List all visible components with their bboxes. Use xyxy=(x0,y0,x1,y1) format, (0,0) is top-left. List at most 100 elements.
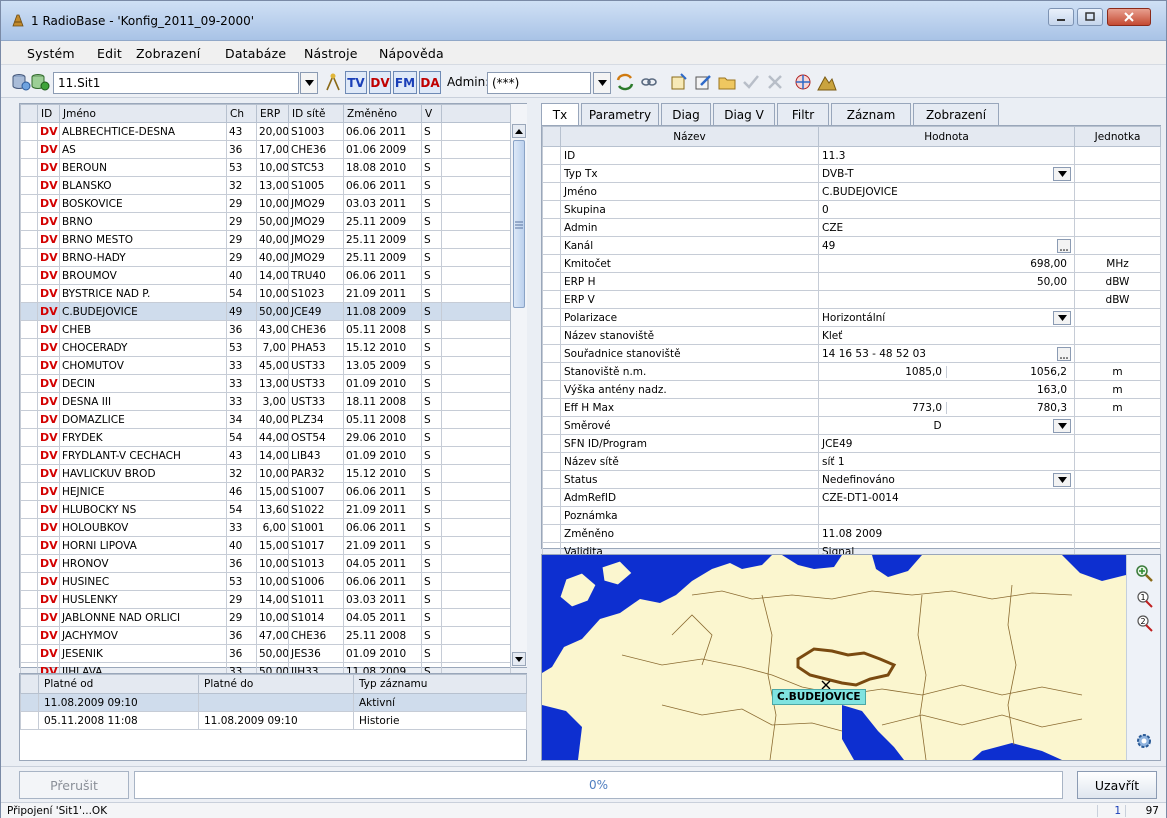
row-selector[interactable] xyxy=(542,506,561,525)
value-dropdown-button[interactable] xyxy=(1053,472,1071,487)
property-value[interactable] xyxy=(818,290,1075,309)
row-selector[interactable] xyxy=(542,146,561,165)
row-selector[interactable] xyxy=(542,290,561,309)
row-selector[interactable] xyxy=(20,693,39,712)
map-view[interactable]: C.BUDEJOVICE 1 2 xyxy=(541,554,1161,761)
close-window-button[interactable] xyxy=(1107,8,1151,26)
table-row[interactable]: DV FRYDEK 54 44,00 OST54 29.06 2010 S xyxy=(20,428,511,447)
table-row[interactable]: DV HEJNICE 46 15,00 S1007 06.06 2011 S xyxy=(20,482,511,501)
row-selector[interactable] xyxy=(20,176,38,195)
network-select[interactable]: 11.Sit1 xyxy=(53,72,299,94)
tab-diag[interactable]: Diag xyxy=(661,103,711,125)
property-row[interactable]: Kanál 49 xyxy=(542,236,1161,255)
tab-display[interactable]: Zobrazení xyxy=(913,103,999,125)
new-record-icon[interactable] xyxy=(669,72,689,92)
property-row[interactable]: Polarizace Horizontální xyxy=(542,308,1161,327)
table-row[interactable]: DV JESENIK 36 50,00 JES36 01.09 2010 S xyxy=(20,644,511,663)
table-row[interactable]: DV DECIN 33 13,00 UST33 01.09 2010 S xyxy=(20,374,511,393)
row-selector[interactable] xyxy=(20,711,39,730)
vertical-scrollbar[interactable] xyxy=(510,104,527,667)
property-row[interactable]: Typ Tx DVB-T xyxy=(542,164,1161,183)
zoom-level-2-icon[interactable]: 2 xyxy=(1134,613,1154,633)
property-row[interactable]: Poznámka xyxy=(542,506,1161,525)
table-row[interactable]: DV FRYDLANT-V CECHACH 43 14,00 LIB43 01.09 20… xyxy=(20,446,511,465)
property-row[interactable]: Eff H Max 773,0 780,3 m xyxy=(542,398,1161,417)
tab-filter[interactable]: Filtr xyxy=(777,103,829,125)
europe-map[interactable] xyxy=(542,555,1126,760)
row-selector[interactable] xyxy=(20,626,38,645)
property-value[interactable]: 11.08 2009 xyxy=(818,524,1075,543)
row-selector[interactable] xyxy=(20,410,38,429)
close-button[interactable]: Uzavřít xyxy=(1077,771,1157,799)
row-selector[interactable] xyxy=(542,218,561,237)
row-selector[interactable] xyxy=(20,140,38,159)
property-row[interactable]: Název stanoviště Kleť xyxy=(542,326,1161,345)
network-database-icon[interactable] xyxy=(30,72,50,92)
table-row[interactable]: DV CHEB 36 43,00 CHE36 05.11 2008 S xyxy=(20,320,511,339)
table-row[interactable]: DV C.BUDEJOVICE 49 50,00 JCE49 11.08 2009 S xyxy=(20,302,511,321)
property-row[interactable]: Výška antény nadz. 163,0 m xyxy=(542,380,1161,399)
row-selector[interactable] xyxy=(20,518,38,537)
property-value[interactable]: 50,00 xyxy=(818,272,1075,291)
property-value[interactable]: Nedefinováno xyxy=(818,470,1075,489)
admin-dropdown-button[interactable] xyxy=(593,72,611,94)
row-selector[interactable] xyxy=(20,194,38,213)
property-value[interactable]: 11.3 xyxy=(818,146,1075,165)
coverage-icon[interactable] xyxy=(793,72,813,92)
property-row[interactable]: Stanoviště n.m. 1085,0 1056,2 m xyxy=(542,362,1161,381)
row-selector[interactable] xyxy=(20,500,38,519)
tab-record[interactable]: Záznam xyxy=(831,103,911,125)
mode-dv-button[interactable]: DV xyxy=(369,71,391,94)
history-row[interactable]: 11.08.2009 09:10 Aktivní xyxy=(20,693,527,712)
zoom-in-icon[interactable] xyxy=(1134,563,1154,583)
row-selector[interactable] xyxy=(542,380,561,399)
menu-database[interactable]: Databáze xyxy=(225,46,286,61)
row-selector[interactable] xyxy=(542,470,561,489)
row-selector[interactable] xyxy=(20,590,38,609)
row-selector[interactable] xyxy=(20,248,38,267)
property-row[interactable]: Admin CZE xyxy=(542,218,1161,237)
row-selector[interactable] xyxy=(542,524,561,543)
value-browse-button[interactable] xyxy=(1057,238,1071,253)
row-selector[interactable] xyxy=(542,452,561,471)
row-selector[interactable] xyxy=(542,362,561,381)
network-dropdown-button[interactable] xyxy=(300,72,318,94)
row-selector[interactable] xyxy=(542,434,561,453)
property-value[interactable]: JCE49 xyxy=(818,434,1075,453)
row-selector[interactable] xyxy=(20,482,38,501)
scroll-thumb[interactable] xyxy=(513,140,525,308)
value-dropdown-button[interactable] xyxy=(1053,310,1071,325)
row-selector[interactable] xyxy=(20,266,38,285)
table-row[interactable]: DV HOLOUBKOV 33 6,00 S1001 06.06 2011 S xyxy=(20,518,511,537)
table-row[interactable]: DV HAVLICKUV BROD 32 10,00 PAR32 15.12 2010 S xyxy=(20,464,511,483)
mode-da-button[interactable]: DA xyxy=(419,71,441,94)
abort-button[interactable]: Přerušit xyxy=(19,771,129,799)
antenna-icon[interactable] xyxy=(323,72,343,92)
column-header-name[interactable]: Jméno xyxy=(59,104,227,123)
row-selector[interactable] xyxy=(542,398,561,417)
column-header-id[interactable]: ID xyxy=(37,104,60,123)
table-row[interactable]: DV HLUBOCKY NS 54 13,60 S1022 21.09 2011 S xyxy=(20,500,511,519)
mode-fm-button[interactable]: FM xyxy=(393,71,417,94)
property-row[interactable]: Název sítě síť 1 xyxy=(542,452,1161,471)
property-row[interactable]: ERP H 50,00 dBW xyxy=(542,272,1161,291)
property-value[interactable]: DVB-T xyxy=(818,164,1075,183)
property-value[interactable]: 163,0 xyxy=(818,380,1075,399)
menu-edit[interactable]: Edit xyxy=(97,46,122,61)
property-value[interactable]: CZE-DT1-0014 xyxy=(818,488,1075,507)
minimize-button[interactable] xyxy=(1048,8,1074,26)
table-row[interactable]: DV DOMAZLICE 34 40,00 PLZ34 05.11 2008 S xyxy=(20,410,511,429)
row-selector[interactable] xyxy=(20,158,38,177)
row-selector[interactable] xyxy=(542,344,561,363)
row-selector[interactable] xyxy=(542,200,561,219)
row-selector[interactable] xyxy=(542,308,561,327)
table-row[interactable]: DV HUSINEC 53 10,00 S1006 06.06 2011 S xyxy=(20,572,511,591)
scroll-down-button[interactable] xyxy=(512,652,526,666)
table-row[interactable]: DV BRNO-HADY 29 40,00 JMO29 25.11 2009 S xyxy=(20,248,511,267)
cancel-icon[interactable] xyxy=(765,72,785,92)
row-selector[interactable] xyxy=(20,374,38,393)
row-selector[interactable] xyxy=(542,416,561,435)
row-selector[interactable] xyxy=(20,302,38,321)
row-selector[interactable] xyxy=(542,326,561,345)
row-selector[interactable] xyxy=(20,554,38,573)
